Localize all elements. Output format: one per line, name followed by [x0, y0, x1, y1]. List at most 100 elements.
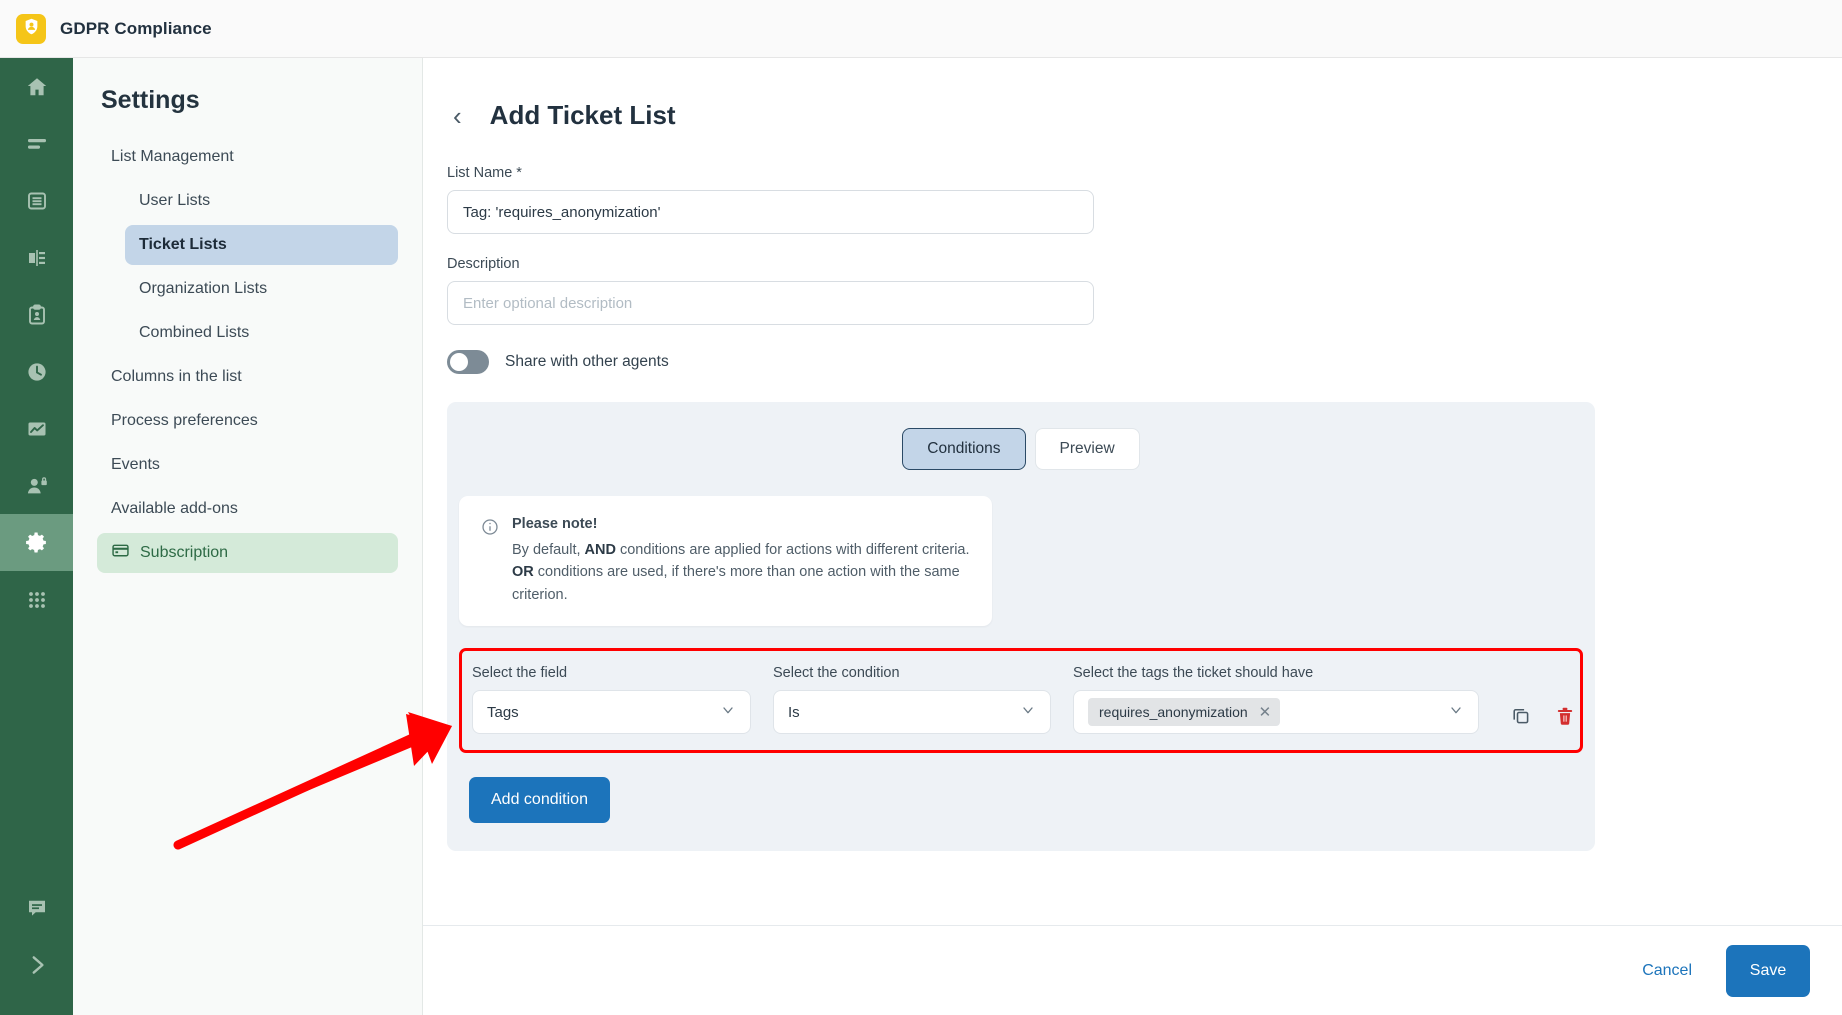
shield-person-icon: [22, 17, 41, 41]
grid-apps-icon: [25, 588, 49, 612]
select-field-label: Select the field: [472, 665, 568, 682]
clock-icon: [25, 360, 49, 384]
add-condition-button[interactable]: Add condition: [469, 777, 610, 824]
list-lines-icon: [25, 132, 49, 156]
field-selector-group: Select the field Tags: [472, 665, 751, 735]
chevron-left-icon[interactable]: ‹: [447, 103, 468, 129]
tab-conditions[interactable]: Conditions: [902, 428, 1026, 470]
condition-select-value: Is: [788, 703, 800, 721]
page-title: Add Ticket List: [489, 100, 676, 130]
chart-icon: [25, 417, 49, 441]
chevron-down-icon: [1448, 702, 1464, 722]
rail-item-lists[interactable]: [0, 115, 73, 172]
gear-icon: [24, 530, 49, 555]
sidebar-item-label: Columns in the list: [111, 368, 242, 385]
tags-selector-group: Select the tags the ticket should have r…: [1073, 665, 1479, 735]
note-line-1: By default, AND conditions are applied f…: [512, 539, 970, 561]
rail-item-merge[interactable]: [0, 229, 73, 286]
condition-selector-group: Select the condition Is: [773, 665, 1051, 735]
cancel-button[interactable]: Cancel: [1642, 962, 1692, 980]
rail-item-expand[interactable]: [0, 936, 73, 993]
sidebar-item-process-preferences[interactable]: Process preferences: [97, 401, 398, 441]
condition-select[interactable]: Is: [773, 690, 1051, 735]
close-icon[interactable]: ✕: [1259, 703, 1272, 721]
tab-label: Preview: [1059, 440, 1115, 457]
list-name-input[interactable]: [447, 190, 1094, 234]
clipboard-person-icon: [25, 303, 49, 327]
top-bar: GDPR Compliance: [0, 0, 1842, 58]
app-window: GDPR Compliance Settings List Management…: [0, 0, 1842, 1015]
tab-preview[interactable]: Preview: [1034, 428, 1140, 470]
list-form: List Name * Description Share with other…: [423, 131, 1842, 852]
credit-card-icon: [111, 541, 130, 565]
home-icon: [25, 75, 49, 99]
sidebar-item-events[interactable]: Events: [97, 445, 398, 485]
note-and-keyword: AND: [584, 542, 616, 558]
sidebar-item-user-lists[interactable]: User Lists: [125, 181, 398, 221]
chevron-right-icon: [24, 952, 50, 978]
sidebar-item-combined-lists[interactable]: Combined Lists: [125, 313, 398, 353]
panel-tabs: Conditions Preview: [447, 428, 1595, 470]
sidebar-item-ticket-lists[interactable]: Ticket Lists: [125, 225, 398, 265]
condition-row: Select the field Tags Select the conditi…: [459, 648, 1583, 754]
sidebar-item-organization-lists[interactable]: Organization Lists: [125, 269, 398, 309]
sidebar-item-columns-in-the-list[interactable]: Columns in the list: [97, 357, 398, 397]
share-toggle-row: Share with other agents: [447, 350, 1842, 374]
user-lock-icon: [25, 474, 49, 498]
info-icon: [481, 518, 499, 606]
rail-item-database[interactable]: [0, 172, 73, 229]
main-panel: ‹ Add Ticket List List Name * Descriptio…: [423, 58, 1842, 1015]
tab-label: Conditions: [927, 440, 1001, 457]
sidebar-item-label: Events: [111, 456, 160, 473]
icon-rail: [0, 58, 73, 1015]
tags-select[interactable]: requires_anonymization ✕: [1073, 690, 1479, 735]
rail-item-chat[interactable]: [0, 879, 73, 936]
row-actions: [1510, 705, 1576, 727]
rail-item-history[interactable]: [0, 343, 73, 400]
field-select-value: Tags: [487, 703, 519, 721]
toggle-knob: [450, 353, 468, 371]
rail-item-privacy[interactable]: [0, 457, 73, 514]
note-line-2: OR conditions are used, if there's more …: [512, 561, 970, 606]
rail-item-apps[interactable]: [0, 571, 73, 628]
rail-item-settings[interactable]: [0, 514, 73, 571]
merge-icon: [25, 246, 49, 270]
chevron-down-icon: [1020, 702, 1036, 722]
conditions-panel: Conditions Preview Please note! By defau…: [447, 402, 1595, 852]
sidebar-item-label: Organization Lists: [139, 280, 268, 297]
note-or-keyword: OR: [512, 564, 534, 581]
chevron-down-icon: [720, 702, 736, 722]
trash-icon[interactable]: [1554, 705, 1576, 727]
select-tags-label: Select the tags the ticket should have: [1073, 665, 1314, 682]
form-footer: Cancel Save: [423, 925, 1842, 1015]
description-input[interactable]: [447, 281, 1094, 325]
copy-icon[interactable]: [1510, 705, 1532, 727]
share-toggle-label: Share with other agents: [505, 353, 669, 370]
sidebar-item-list-management[interactable]: List Management: [97, 137, 398, 177]
rail-item-home[interactable]: [0, 58, 73, 115]
field-select[interactable]: Tags: [472, 690, 751, 735]
sidebar-item-subscription[interactable]: Subscription: [97, 533, 398, 573]
page-header: ‹ Add Ticket List: [423, 58, 1842, 131]
note-line-1-pre: By default,: [512, 542, 585, 558]
sidebar-title: Settings: [101, 86, 200, 114]
sidebar-item-label: Ticket Lists: [139, 236, 227, 253]
select-condition-label: Select the condition: [773, 665, 900, 682]
share-with-agents-toggle[interactable]: [447, 350, 489, 374]
sidebar-item-label: Process preferences: [111, 412, 258, 429]
tag-chip-label: requires_anonymization: [1099, 704, 1248, 721]
app-title: GDPR Compliance: [60, 18, 212, 38]
rail-item-clipboard[interactable]: [0, 286, 73, 343]
sidebar-item-label: Available add-ons: [111, 500, 238, 517]
app-logo: [16, 13, 46, 44]
rail-item-reports[interactable]: [0, 400, 73, 457]
tag-chip[interactable]: requires_anonymization ✕: [1088, 698, 1281, 727]
sidebar-item-available-add-ons[interactable]: Available add-ons: [97, 489, 398, 529]
database-icon: [25, 189, 49, 213]
list-name-label: List Name *: [447, 165, 522, 181]
note-line-1-post: conditions are applied for actions with …: [615, 542, 970, 558]
sidebar-item-label: Subscription: [140, 544, 229, 561]
sidebar-item-label: User Lists: [139, 192, 211, 209]
sidebar-item-label: List Management: [111, 148, 234, 165]
save-button[interactable]: Save: [1726, 944, 1810, 997]
